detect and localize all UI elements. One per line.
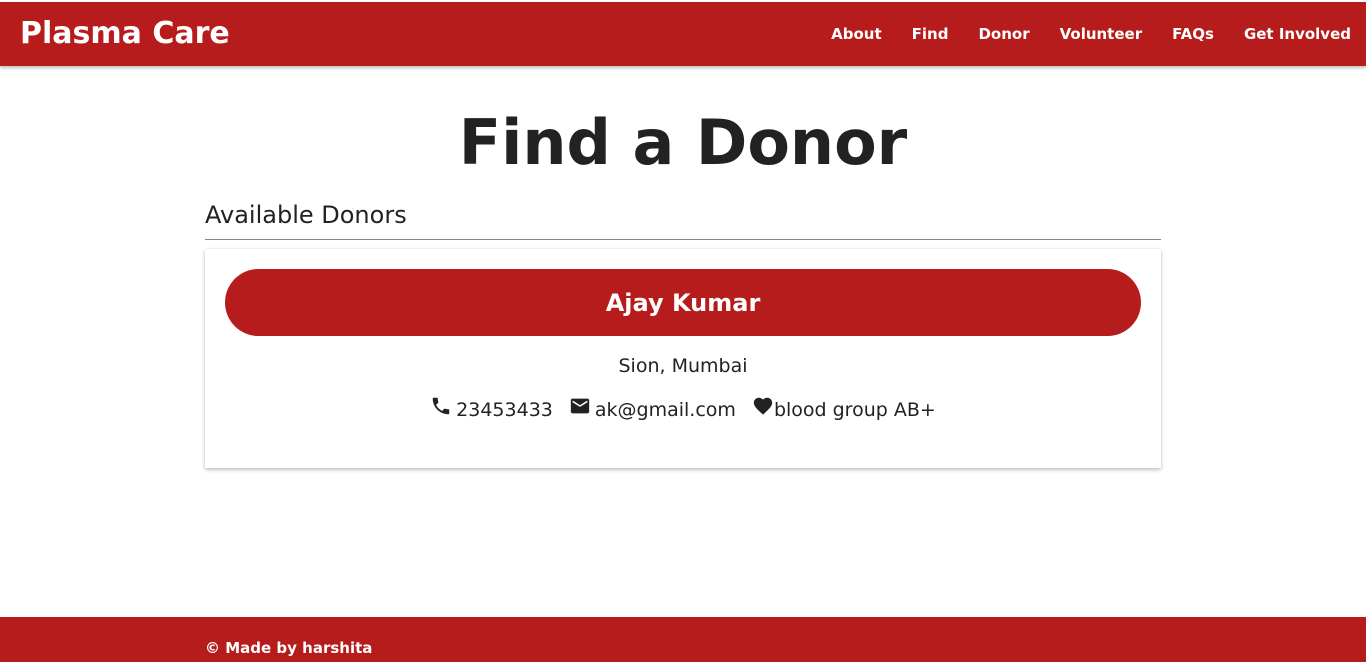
donor-phone-text: 23453433 bbox=[456, 399, 553, 421]
donor-contact-row: 23453433 ak@gmail.com blood group AB+ bbox=[205, 397, 1161, 421]
page-title: Find a Donor bbox=[458, 106, 908, 179]
donor-card: Ajay Kumar Sion, Mumbai 23453433 ak@gmai… bbox=[205, 249, 1161, 468]
nav-links: About Find Donor Volunteer FAQs Get Invo… bbox=[801, 2, 1351, 66]
footer: © Made by harshita bbox=[0, 617, 1366, 662]
brand-logo[interactable]: Plasma Care bbox=[20, 15, 230, 53]
navbar: Plasma Care About Find Donor Volunteer F… bbox=[0, 2, 1366, 66]
donor-email-text[interactable]: ak@gmail.com bbox=[595, 399, 736, 421]
nav-link-find[interactable]: Find bbox=[912, 25, 949, 43]
nav-link-volunteer[interactable]: Volunteer bbox=[1060, 25, 1143, 43]
donor-name-button[interactable]: Ajay Kumar bbox=[225, 269, 1141, 336]
donor-phone: 23453433 bbox=[430, 397, 553, 421]
nav-link-about[interactable]: About bbox=[831, 25, 882, 43]
donor-blood-group-text: blood group AB+ bbox=[773, 399, 936, 421]
section-heading: Available Donors bbox=[205, 201, 407, 229]
nav-link-donor[interactable]: Donor bbox=[978, 25, 1029, 43]
section-divider bbox=[205, 239, 1161, 240]
donor-blood-group: blood group AB+ bbox=[752, 397, 936, 421]
donor-email: ak@gmail.com bbox=[569, 398, 736, 421]
phone-icon bbox=[432, 397, 450, 415]
footer-credit: © Made by harshita bbox=[205, 639, 373, 657]
nav-link-faqs[interactable]: FAQs bbox=[1172, 25, 1214, 43]
nav-link-get-involved[interactable]: Get Involved bbox=[1244, 25, 1351, 43]
donor-location: Sion, Mumbai bbox=[618, 355, 748, 377]
mail-icon bbox=[570, 398, 590, 414]
heart-icon bbox=[753, 397, 773, 415]
